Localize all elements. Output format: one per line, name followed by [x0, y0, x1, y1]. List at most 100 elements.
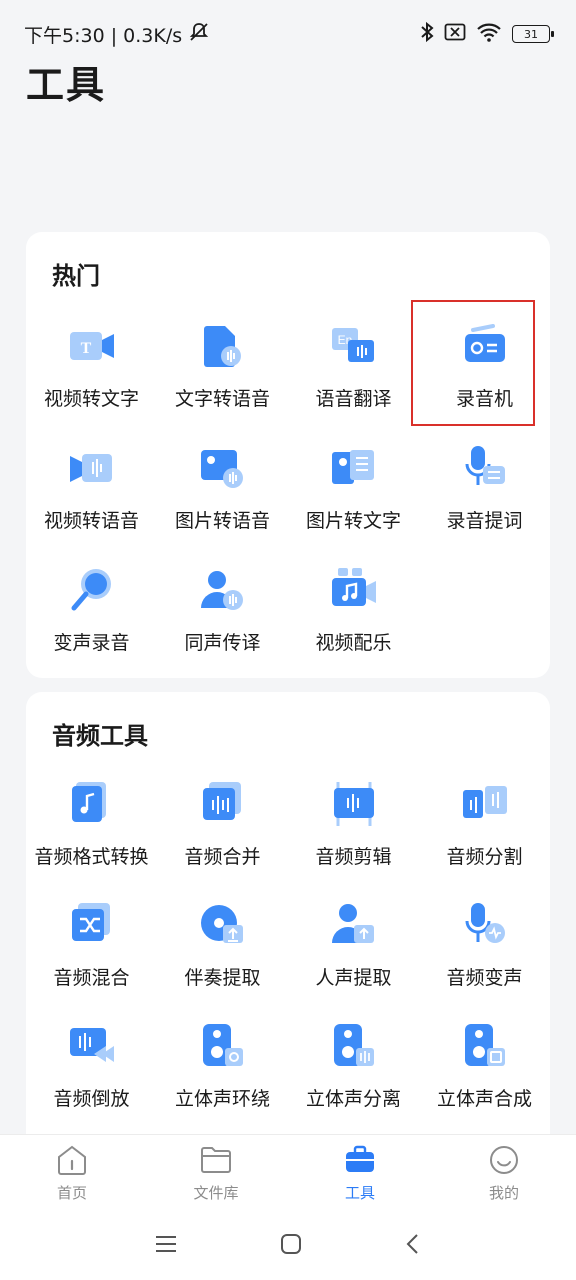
tab-profile-label: 我的	[488, 1184, 519, 1202]
tool-label: 人声提取	[315, 967, 392, 989]
system-nav-bar	[0, 1212, 576, 1280]
home-icon	[55, 1144, 89, 1180]
tool-label: 录音机	[455, 388, 513, 410]
tool-stereo-compose[interactable]: 立体声合成	[419, 1012, 550, 1133]
status-time: 下午5:30 | 0.3K/s	[24, 24, 183, 47]
tool-label: 音频格式转换	[34, 846, 149, 868]
tool-label: 音频剪辑	[315, 846, 392, 868]
audio-merge-icon	[197, 778, 249, 830]
hot-tools-grid: T 视频转文字 文字转语音 En 语音翻译 录音机视频转语音 图片转语音 图片转文字 录音提词变…	[26, 300, 550, 678]
tool-stereo-separate[interactable]: 立体声分离	[288, 1012, 419, 1133]
voice-changer-record-icon	[66, 564, 118, 616]
tool-recorder[interactable]: 录音机	[411, 300, 550, 434]
audio-cut-icon	[328, 778, 380, 830]
audio-convert-icon	[66, 778, 118, 830]
tool-label: 同声传译	[184, 632, 261, 654]
tool-label: 立体声合成	[436, 1088, 532, 1110]
audio-mix-icon	[66, 899, 118, 951]
tool-simultaneous-interpretation[interactable]: 同声传译	[157, 556, 288, 678]
bluetooth-icon	[420, 21, 434, 48]
tool-label: 音频合并	[184, 846, 261, 868]
tool-audio-merge[interactable]: 音频合并	[157, 770, 288, 891]
audio-reverse-icon	[66, 1020, 118, 1072]
tool-audio-mix[interactable]: 音频混合	[26, 891, 157, 1012]
tool-label: 视频转文字	[43, 388, 139, 410]
tool-label: 音频分割	[446, 846, 523, 868]
tool-label: 视频转语音	[43, 510, 139, 532]
recorder-icon	[459, 320, 511, 372]
tool-label: 伴奏提取	[184, 967, 261, 989]
profile-icon	[487, 1144, 521, 1180]
bottom-tab-bar: 首页 文件库 工具 我的	[0, 1134, 576, 1212]
tab-home[interactable]: 首页	[22, 1144, 122, 1203]
tool-label: 视频配乐	[315, 632, 392, 654]
audio-voice-change-icon	[459, 899, 511, 951]
image-to-text-icon	[328, 442, 380, 494]
hot-tools-card: 热门 T 视频转文字 文字转语音 En 语音翻译 录音机视频转语音 图片转语音 图片转文字 录音…	[26, 232, 550, 678]
tool-label: 语音翻译	[315, 388, 392, 410]
audio-split-icon	[459, 778, 511, 830]
video-to-audio-icon	[66, 442, 118, 494]
tab-files[interactable]: 文件库	[166, 1144, 266, 1203]
tool-audio-cut[interactable]: 音频剪辑	[288, 770, 419, 891]
tool-label: 变声录音	[53, 632, 130, 654]
tab-tools[interactable]: 工具	[310, 1144, 410, 1203]
audio-section-title: 音频工具	[52, 722, 148, 750]
tool-label: 立体声环绕	[174, 1088, 270, 1110]
tool-stereo-surround[interactable]: 立体声环绕	[157, 1012, 288, 1133]
tool-label: 录音提词	[446, 510, 523, 532]
tab-home-label: 首页	[56, 1184, 87, 1202]
tool-label: 立体声分离	[305, 1088, 401, 1110]
tab-profile[interactable]: 我的	[454, 1144, 554, 1203]
toolbox-icon	[343, 1144, 377, 1180]
back-nav-icon[interactable]	[403, 1232, 423, 1260]
speech-translate-icon: En	[328, 320, 380, 372]
tab-files-label: 文件库	[193, 1184, 239, 1202]
tool-image-to-speech[interactable]: 图片转语音	[157, 434, 288, 556]
vocal-extract-icon	[328, 899, 380, 951]
tool-video-to-audio[interactable]: 视频转语音	[26, 434, 157, 556]
page-title: 工具	[26, 63, 107, 107]
svg-text:T: T	[80, 340, 91, 357]
tool-teleprompter[interactable]: 录音提词	[419, 434, 550, 556]
tool-audio-voice-change[interactable]: 音频变声	[419, 891, 550, 1012]
text-to-speech-icon	[197, 320, 249, 372]
tool-accompaniment-extract[interactable]: 伴奏提取	[157, 891, 288, 1012]
stereo-compose-icon	[459, 1020, 511, 1072]
mute-icon	[188, 21, 210, 48]
tool-label: 音频变声	[446, 967, 523, 989]
video-music-icon	[328, 564, 380, 616]
no-sim-icon	[444, 23, 466, 46]
tool-audio-split[interactable]: 音频分割	[419, 770, 550, 891]
wifi-icon	[476, 22, 502, 47]
tool-video-music[interactable]: 视频配乐	[288, 556, 419, 678]
tool-image-to-text[interactable]: 图片转文字	[288, 434, 419, 556]
tool-video-to-text[interactable]: T 视频转文字	[26, 312, 157, 434]
tool-speech-translate[interactable]: En 语音翻译	[288, 312, 419, 434]
teleprompter-icon	[459, 442, 511, 494]
stereo-separate-icon	[328, 1020, 380, 1072]
audio-tools-grid: 音频格式转换 音频合并 音频剪辑 音频分割音频混合 伴奏提取 人声提取 音频变声音频倒放 立体…	[26, 770, 550, 1133]
battery-icon: 31	[512, 25, 554, 43]
tool-label: 文字转语音	[174, 388, 270, 410]
tool-label: 音频倒放	[53, 1088, 130, 1110]
stereo-surround-icon	[197, 1020, 249, 1072]
tool-audio-convert[interactable]: 音频格式转换	[26, 770, 157, 891]
folder-icon	[199, 1144, 233, 1180]
tool-label: 图片转文字	[305, 510, 401, 532]
simultaneous-interpretation-icon	[197, 564, 249, 616]
tool-text-to-speech[interactable]: 文字转语音	[157, 312, 288, 434]
home-nav-icon[interactable]	[279, 1232, 303, 1260]
tool-label: 图片转语音	[174, 510, 270, 532]
hot-section-title: 热门	[52, 262, 100, 290]
audio-tools-card: 音频工具 音频格式转换 音频合并 音频剪辑 音频分割 音频混合 伴奏提取 人声提取 音频变声音…	[26, 692, 550, 1152]
tool-voice-changer-record[interactable]: 变声录音	[26, 556, 157, 678]
video-to-text-icon: T	[66, 320, 118, 372]
accompaniment-extract-icon	[197, 899, 249, 951]
menu-nav-icon[interactable]	[153, 1233, 179, 1259]
tool-audio-reverse[interactable]: 音频倒放	[26, 1012, 157, 1133]
tab-tools-label: 工具	[344, 1184, 375, 1202]
image-to-speech-icon	[197, 442, 249, 494]
tool-vocal-extract[interactable]: 人声提取	[288, 891, 419, 1012]
tool-label: 音频混合	[53, 967, 130, 989]
